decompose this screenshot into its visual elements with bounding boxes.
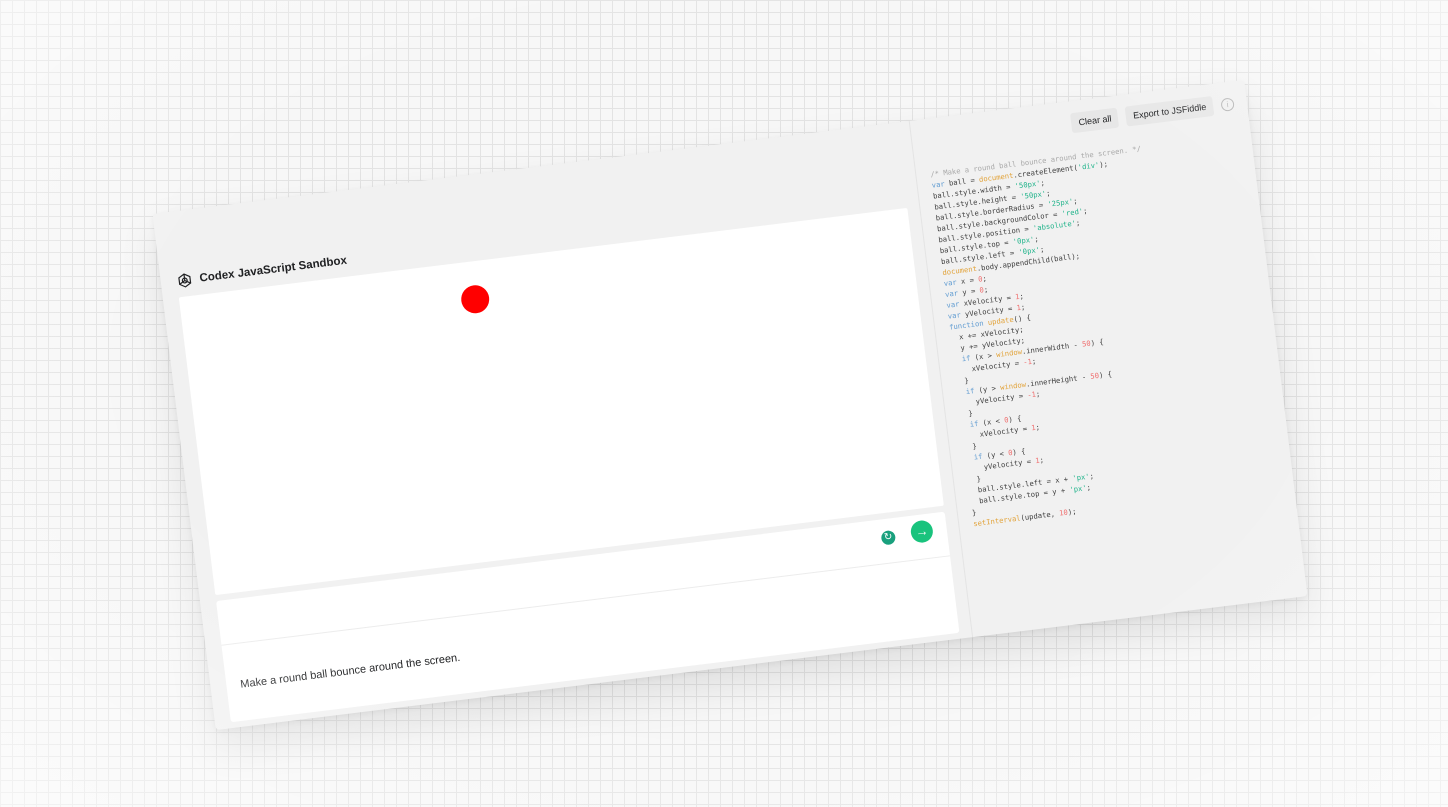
code-toolbar: Clear all Export to JSFiddle i <box>1070 93 1235 134</box>
code-token: ); <box>1067 506 1077 517</box>
clear-all-button[interactable]: Clear all <box>1070 107 1120 134</box>
code-token: ; <box>1039 455 1045 465</box>
code-token: } <box>971 507 977 518</box>
code-token: ; <box>981 273 988 284</box>
sandbox-left-panel: Codex JavaScript Sandbox ↻ → Make a roun… <box>152 121 970 730</box>
code-token: var <box>943 277 958 289</box>
code-editor[interactable]: /* Make a round ball bounce around the s… <box>930 143 1185 529</box>
code-token: ; <box>1075 217 1081 228</box>
code-token: var <box>945 299 960 310</box>
code-token: ; <box>1035 422 1041 432</box>
code-token: } <box>963 441 978 452</box>
code-token: 'px' <box>1068 483 1088 495</box>
code-token: 'red' <box>1061 206 1084 219</box>
code-token: var <box>947 310 962 321</box>
code-token: 'div' <box>1077 160 1100 172</box>
code-token: ; <box>1035 389 1041 399</box>
code-token: ; <box>1072 196 1079 206</box>
code-token: () { <box>1013 312 1032 324</box>
code-token: ; <box>1039 178 1046 188</box>
code-token: ; <box>1045 188 1051 198</box>
code-token: ; <box>1031 356 1037 366</box>
code-token: ; <box>1088 471 1095 481</box>
code-token: ) { <box>1007 413 1022 425</box>
code-token: ); <box>1098 159 1109 170</box>
sandbox-window: Codex JavaScript Sandbox ↻ → Make a roun… <box>152 79 1309 731</box>
code-token: ) { <box>1090 337 1105 348</box>
code-token: ; <box>1086 482 1092 493</box>
code-token: (update, <box>1019 508 1060 523</box>
export-jsfiddle-button[interactable]: Export to JSFiddle <box>1125 95 1215 127</box>
code-token: var <box>944 288 959 299</box>
code-token: ; <box>1039 244 1045 255</box>
code-token: ; <box>1020 302 1026 312</box>
code-token: var <box>931 179 946 190</box>
openai-logo-icon <box>176 272 194 290</box>
code-token: ) { <box>1098 369 1113 380</box>
arrow-right-icon[interactable]: → <box>909 519 935 544</box>
code-token: } <box>955 375 970 387</box>
code-token: ) { <box>1011 446 1026 457</box>
code-token: ; <box>1033 234 1040 244</box>
code-token: } <box>967 474 982 485</box>
code-token: ; <box>983 284 989 295</box>
code-token: ; <box>1082 206 1088 216</box>
code-panel: Clear all Export to JSFiddle i /* Make a… <box>908 79 1309 638</box>
red-ball <box>459 283 491 315</box>
info-icon[interactable]: i <box>1220 96 1235 112</box>
code-token: ; <box>1018 291 1025 301</box>
prompt-input[interactable]: Make a round ball bounce around the scre… <box>240 652 461 691</box>
refresh-icon[interactable]: ↻ <box>880 529 897 546</box>
code-token: } <box>959 408 974 420</box>
